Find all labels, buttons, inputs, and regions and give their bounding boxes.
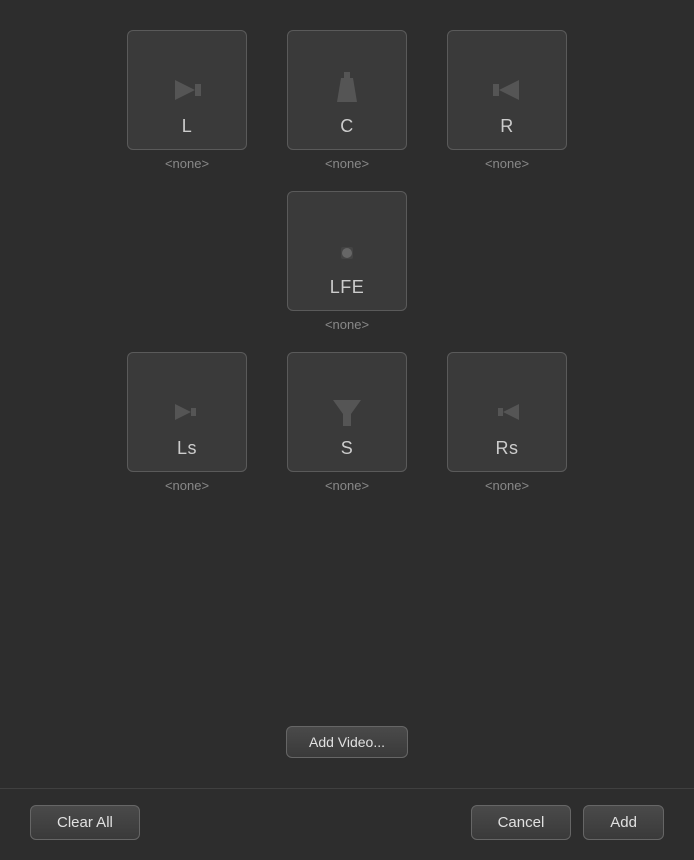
speaker-s-icon — [327, 392, 367, 432]
channel-label-L: L — [182, 116, 193, 137]
channel-none-L: <none> — [165, 156, 209, 171]
channel-box-S[interactable]: S — [287, 352, 407, 472]
channel-row-2: Ls <none> S <none> — [127, 352, 567, 493]
channel-row-1: L <none> C <none> — [127, 30, 567, 171]
channel-label-R: R — [500, 116, 514, 137]
main-content: L <none> C <none> — [0, 0, 694, 860]
bottom-bar: Clear All Cancel Add — [0, 788, 694, 860]
add-video-row: Add Video... — [286, 726, 408, 758]
channel-slot-L: L <none> — [127, 30, 247, 171]
channel-label-Ls: Ls — [177, 438, 197, 459]
speaker-ls-icon — [167, 392, 207, 432]
cancel-button[interactable]: Cancel — [471, 805, 572, 840]
speaker-rs-icon — [487, 392, 527, 432]
clear-all-button[interactable]: Clear All — [30, 805, 140, 840]
channel-slot-Rs: Rs <none> — [447, 352, 567, 493]
speaker-lfe-icon — [329, 235, 365, 271]
channel-row-lfe: LFE <none> — [287, 191, 407, 332]
channel-none-S: <none> — [325, 478, 369, 493]
channel-none-R: <none> — [485, 156, 529, 171]
channel-box-C[interactable]: C — [287, 30, 407, 150]
channel-label-C: C — [340, 116, 354, 137]
channel-slot-C: C <none> — [287, 30, 407, 171]
bottom-left: Clear All — [30, 805, 140, 840]
channel-none-LFE: <none> — [325, 317, 369, 332]
add-video-button[interactable]: Add Video... — [286, 726, 408, 758]
channel-slot-S: S <none> — [287, 352, 407, 493]
channel-none-Rs: <none> — [485, 478, 529, 493]
channel-box-LFE[interactable]: LFE — [287, 191, 407, 311]
channel-box-Ls[interactable]: Ls — [127, 352, 247, 472]
channel-none-C: <none> — [325, 156, 369, 171]
channel-box-Rs[interactable]: Rs — [447, 352, 567, 472]
channel-slot-Ls: Ls <none> — [127, 352, 247, 493]
channel-box-L[interactable]: L — [127, 30, 247, 150]
channel-label-S: S — [341, 438, 354, 459]
channel-box-R[interactable]: R — [447, 30, 567, 150]
channel-grid: L <none> C <none> — [127, 30, 567, 716]
bottom-right: Cancel Add — [471, 805, 664, 840]
add-button[interactable]: Add — [583, 805, 664, 840]
speaker-center-icon — [327, 70, 367, 110]
channel-slot-R: R <none> — [447, 30, 567, 171]
channel-label-Rs: Rs — [496, 438, 519, 459]
channel-label-LFE: LFE — [330, 277, 365, 298]
speaker-right-icon — [487, 70, 527, 110]
speaker-left-icon — [167, 70, 207, 110]
channel-slot-LFE: LFE <none> — [287, 191, 407, 332]
channel-none-Ls: <none> — [165, 478, 209, 493]
